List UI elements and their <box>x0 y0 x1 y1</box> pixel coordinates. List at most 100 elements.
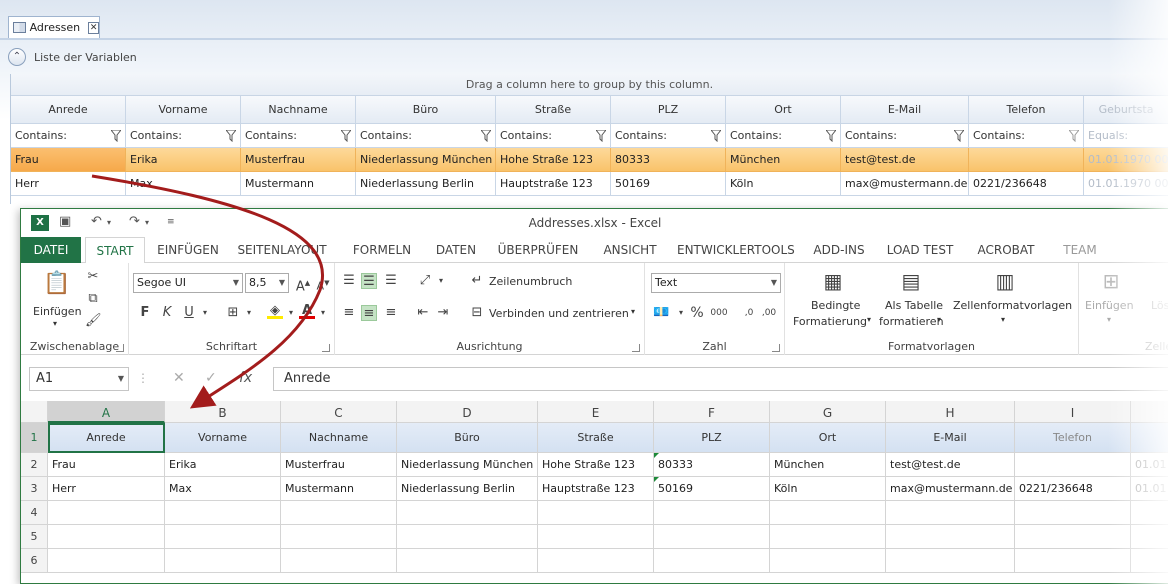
copy-icon[interactable]: ⧉ <box>85 291 101 307</box>
sheet-cell[interactable] <box>886 525 1015 549</box>
column-header-anrede[interactable]: Anrede <box>11 96 126 124</box>
insert-cells-icon[interactable]: ⊞ <box>1097 267 1125 295</box>
filter-cell[interactable]: Contains: <box>969 124 1084 148</box>
row-number[interactable]: 1 <box>21 423 48 453</box>
sheet-cell[interactable] <box>1131 525 1168 549</box>
dialog-launcher-icon[interactable] <box>632 344 640 352</box>
filter-funnel-icon[interactable] <box>226 130 236 142</box>
sheet-cell[interactable] <box>165 501 281 525</box>
wrap-text-icon[interactable]: ↵ <box>469 273 485 289</box>
sheet-cell[interactable]: Nachname <box>281 423 397 453</box>
tab-team[interactable]: TEAM <box>1055 237 1105 263</box>
tab-ueberpruefen[interactable]: ÜBERPRÜFEN <box>495 237 581 263</box>
sheet-cell[interactable]: Vorname <box>165 423 281 453</box>
chevron-down-icon[interactable]: ▾ <box>315 305 331 321</box>
align-center-icon[interactable]: ≡ <box>361 305 377 321</box>
chevron-down-icon[interactable]: ▼ <box>771 274 777 292</box>
filter-funnel-icon[interactable] <box>1069 130 1079 142</box>
tab-acrobat[interactable]: ACROBAT <box>973 237 1039 263</box>
format-as-table-label-2[interactable]: formatieren <box>879 315 944 328</box>
column-letter-c[interactable]: C <box>281 401 397 423</box>
filter-cell[interactable]: Contains: <box>126 124 241 148</box>
tab-ansicht[interactable]: ANSICHT <box>599 237 661 263</box>
increase-decimal-icon[interactable]: ,0 <box>741 305 757 321</box>
column-header-geburtstag[interactable]: Geburtsta <box>1084 96 1168 124</box>
column-letter-d[interactable]: D <box>397 401 538 423</box>
grid-cell[interactable]: Herr <box>11 172 126 196</box>
column-letter-i[interactable]: I <box>1015 401 1131 423</box>
chevron-down-icon[interactable]: ▾ <box>197 305 213 321</box>
sheet-cell[interactable] <box>397 501 538 525</box>
currency-icon[interactable]: 💶 <box>653 305 669 321</box>
sheet-cell[interactable] <box>1131 423 1168 453</box>
dialog-launcher-icon[interactable] <box>772 344 780 352</box>
column-header-vorname[interactable]: Vorname <box>126 96 241 124</box>
align-right-icon[interactable]: ≡ <box>383 305 399 321</box>
filter-funnel-icon[interactable] <box>111 130 121 142</box>
row-number[interactable]: 5 <box>21 525 48 549</box>
cell-styles-label[interactable]: Zellenformatvorlagen <box>953 299 1072 312</box>
decrease-indent-icon[interactable]: ⇤ <box>415 305 431 321</box>
row-number[interactable]: 4 <box>21 501 48 525</box>
sheet-cell[interactable] <box>770 501 886 525</box>
sheet-cell[interactable] <box>654 549 770 573</box>
sheet-cell[interactable] <box>1015 501 1131 525</box>
grid-cell[interactable]: Hauptstraße 123 <box>496 172 611 196</box>
sheet-cell[interactable]: Hohe Straße 123 <box>538 453 654 477</box>
sheet-cell[interactable]: Herr <box>48 477 165 501</box>
sheet-cell[interactable] <box>654 501 770 525</box>
column-header-telefon[interactable]: Telefon <box>969 96 1084 124</box>
chevron-down-icon[interactable]: ▾ <box>433 273 449 289</box>
sheet-cell[interactable] <box>397 549 538 573</box>
chevron-down-icon[interactable]: ▾ <box>631 307 635 316</box>
select-all-corner[interactable] <box>21 401 48 423</box>
sheet-cell[interactable]: Frau <box>48 453 165 477</box>
column-header-email[interactable]: E-Mail <box>841 96 969 124</box>
column-header-buero[interactable]: Büro <box>356 96 496 124</box>
chevron-down-icon[interactable]: ▾ <box>867 315 871 324</box>
row-number[interactable]: 6 <box>21 549 48 573</box>
sheet-cell[interactable]: Straße <box>538 423 654 453</box>
sheet-cell[interactable] <box>1015 549 1131 573</box>
paste-button[interactable]: Einfügen <box>33 305 82 318</box>
format-as-table-label-1[interactable]: Als Tabelle <box>885 299 943 312</box>
italic-button[interactable]: K <box>159 305 175 321</box>
sheet-cell[interactable] <box>538 549 654 573</box>
grid-cell[interactable]: Niederlassung München <box>356 148 496 172</box>
sheet-cell[interactable]: Büro <box>397 423 538 453</box>
close-icon[interactable]: ✕ <box>88 21 99 34</box>
column-letter-j[interactable] <box>1131 401 1168 423</box>
font-name-combo[interactable]: Segoe UI ▼ <box>133 273 243 293</box>
sheet-cell[interactable]: Anrede <box>48 423 165 453</box>
grid-cell[interactable]: München <box>726 148 841 172</box>
tab-einfuegen[interactable]: EINFÜGEN <box>153 237 223 263</box>
conditional-formatting-label-1[interactable]: Bedingte <box>811 299 860 312</box>
table-row[interactable]: Herr Max Mustermann Niederlassung Berlin… <box>11 172 1168 196</box>
filter-cell[interactable]: Contains: <box>241 124 356 148</box>
sheet-cell[interactable]: Niederlassung Berlin <box>397 477 538 501</box>
sheet-cell[interactable]: 80333 <box>654 453 770 477</box>
sheet-cell[interactable] <box>281 501 397 525</box>
font-size-combo[interactable]: 8,5 ▼ <box>245 273 289 293</box>
align-middle-icon[interactable]: ☰ <box>361 273 377 289</box>
column-letter-f[interactable]: F <box>654 401 770 423</box>
dialog-launcher-icon[interactable] <box>116 344 124 352</box>
column-letter-e[interactable]: E <box>538 401 654 423</box>
sheet-cell[interactable] <box>281 549 397 573</box>
sheet-cell[interactable]: 01.01 <box>1131 477 1168 501</box>
cut-icon[interactable]: ✂ <box>85 269 101 285</box>
grid-cell[interactable]: Erika <box>126 148 241 172</box>
grid-cell[interactable]: test@test.de <box>841 148 969 172</box>
grid-cell[interactable]: 0221/236648 <box>969 172 1084 196</box>
chevron-down-icon[interactable]: ▾ <box>937 315 941 324</box>
filter-funnel-icon[interactable] <box>341 130 351 142</box>
filter-funnel-icon[interactable] <box>826 130 836 142</box>
conditional-formatting-label-2[interactable]: Formatierung <box>793 315 867 328</box>
sheet-cell[interactable]: E-Mail <box>886 423 1015 453</box>
sheet-cell[interactable] <box>886 501 1015 525</box>
filter-cell[interactable]: Equals: <box>1084 124 1168 148</box>
border-icon[interactable]: ⊞ <box>225 305 241 321</box>
grid-cell[interactable]: Mustermann <box>241 172 356 196</box>
sheet-cell[interactable] <box>1131 501 1168 525</box>
filter-cell[interactable]: Contains: <box>356 124 496 148</box>
